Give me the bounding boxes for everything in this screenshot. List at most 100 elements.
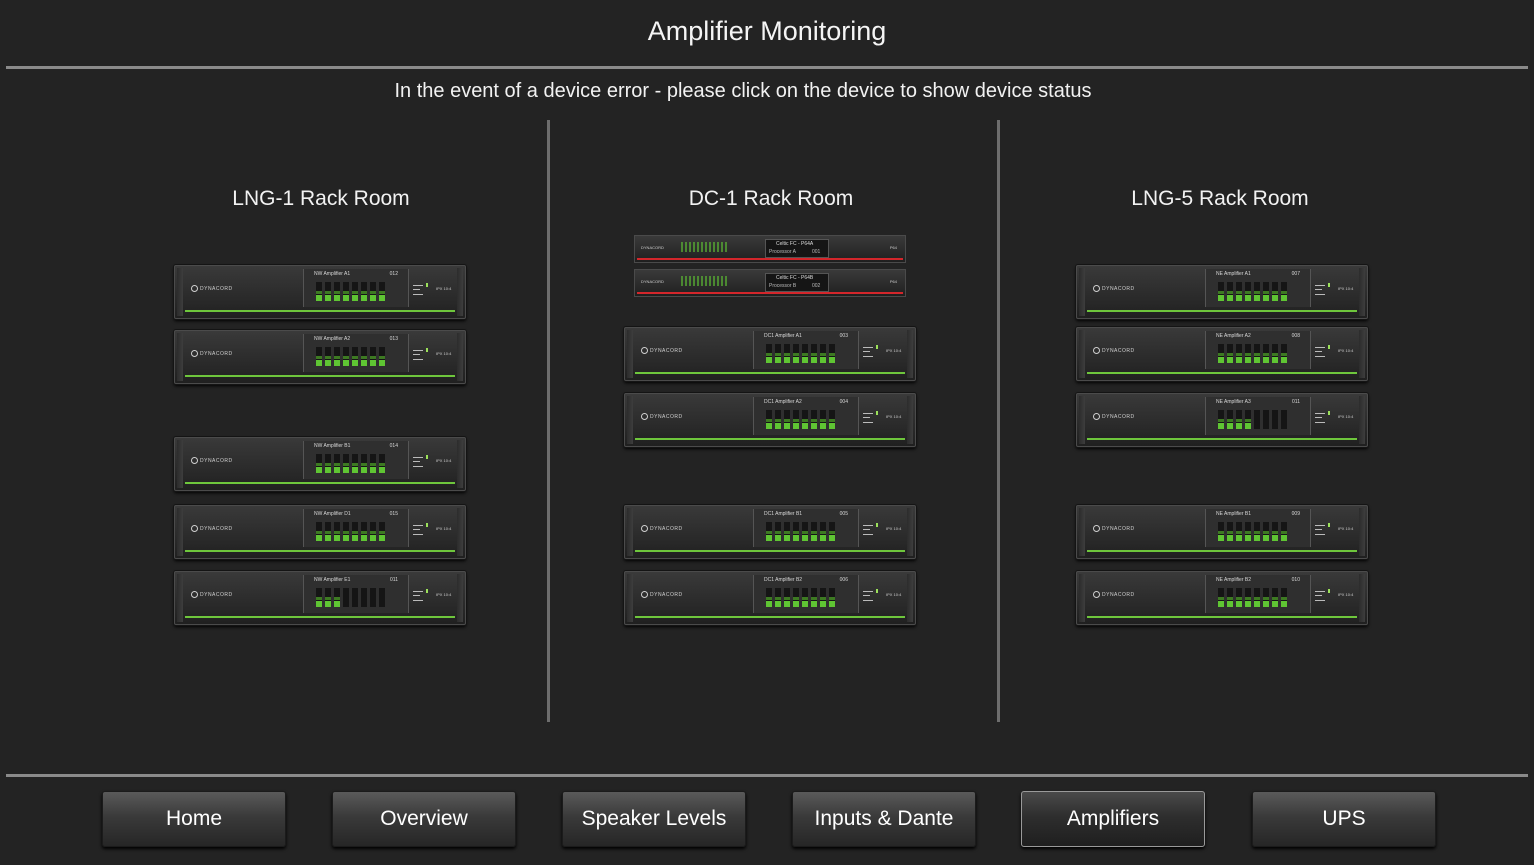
level-fill	[1272, 601, 1278, 607]
device-model: IPX 10:4	[1338, 526, 1354, 531]
amplifier-device[interactable]: DYNACORD NE Amplifier B1 009 IPX 10:4	[1076, 505, 1368, 559]
level-fill	[1281, 295, 1287, 301]
power-led	[1328, 589, 1330, 593]
level-meter	[1272, 588, 1278, 607]
level-meter	[1254, 588, 1260, 607]
amplifier-front-panel: DYNACORD NW Amplifier A1 012 IPX 10:4	[185, 269, 457, 307]
level-meter	[1227, 588, 1233, 607]
power-led	[876, 345, 878, 349]
room-title-lng5: LNG-5 Rack Room	[1131, 187, 1309, 210]
amplifier-device[interactable]: DYNACORD NE Amplifier A3 011 IPX 10:4	[1076, 393, 1368, 447]
nav-overview-button[interactable]: Overview	[332, 791, 516, 847]
amplifier-display: NW Amplifier A2 013	[303, 334, 409, 372]
amplifier-display: DC1 Amplifier A1 003	[753, 331, 859, 369]
device-number: 011	[390, 577, 398, 583]
level-meters	[1218, 410, 1287, 429]
level-meters	[766, 588, 835, 607]
status-bar	[635, 550, 905, 552]
amplifier-device[interactable]: DYNACORD NW Amplifier A1 012 IPX 10:4	[174, 265, 466, 319]
level-fill-upper	[1254, 291, 1260, 294]
level-meter	[352, 454, 358, 473]
control-knobs	[863, 413, 873, 423]
level-fill	[766, 535, 772, 541]
level-fill	[1263, 295, 1269, 301]
amplifier-device[interactable]: DYNACORD NW Amplifier B1 014 IPX 10:4	[174, 437, 466, 491]
device-name: NW Amplifier D1	[314, 511, 351, 517]
amplifier-display: NW Amplifier D1 015	[303, 509, 409, 547]
level-meter	[829, 588, 835, 607]
amplifier-front-panel: DYNACORD NE Amplifier B1 009 IPX 10:4	[1087, 509, 1359, 547]
level-fill-upper	[1281, 597, 1287, 600]
nav-home-button[interactable]: Home	[102, 791, 286, 847]
device-model: IPX 10:4	[436, 351, 452, 356]
amplifier-device[interactable]: DYNACORD NW Amplifier D1 015 IPX 10:4	[174, 505, 466, 559]
level-meter	[1245, 282, 1251, 301]
level-fill	[1245, 535, 1251, 541]
level-fill	[379, 535, 385, 541]
level-fill-upper	[1254, 531, 1260, 534]
brand-logo: DYNACORD	[1093, 347, 1135, 354]
processor-device[interactable]: DYNACORD Celtic FC - P64B Processor B 002 P6…	[634, 269, 906, 297]
level-fill-upper	[802, 531, 808, 534]
level-meter	[1245, 588, 1251, 607]
level-fill	[316, 467, 322, 473]
level-meter	[1236, 522, 1242, 541]
device-number: 010	[1291, 577, 1300, 583]
amplifier-device[interactable]: DYNACORD DC1 Amplifier B2 006 IPX 10:4	[624, 571, 916, 625]
amplifier-device[interactable]: DYNACORD NE Amplifier A2 008 IPX 10:4	[1076, 327, 1368, 381]
amplifier-device[interactable]: DYNACORD NE Amplifier B2 010 IPX 10:4	[1076, 571, 1368, 625]
level-meter	[829, 522, 835, 541]
level-meter	[361, 454, 367, 473]
amplifier-device[interactable]: DYNACORD DC1 Amplifier A1 003 IPX 10:4	[624, 327, 916, 381]
level-fill	[316, 295, 322, 301]
amplifier-device[interactable]: DYNACORD NE Amplifier A1 007 IPX 10:4	[1076, 265, 1368, 319]
level-fill-upper	[775, 531, 781, 534]
power-led	[876, 589, 878, 593]
level-fill	[1227, 535, 1233, 541]
device-model: IPX 10:4	[436, 458, 452, 463]
device-model: IPX 10:4	[1338, 348, 1354, 353]
nav-ups-button[interactable]: UPS	[1252, 791, 1436, 847]
level-fill	[370, 535, 376, 541]
brand-logo: DYNACORD	[641, 525, 683, 532]
level-fill	[820, 423, 826, 429]
level-fill-upper	[316, 463, 322, 466]
status-bar	[185, 310, 455, 312]
level-fill	[1254, 295, 1260, 301]
level-meter	[1281, 410, 1287, 429]
level-meters	[1218, 282, 1287, 301]
level-fill	[1236, 423, 1242, 429]
device-model: IPX 10:4	[1338, 414, 1354, 419]
amplifier-device[interactable]: DYNACORD NW Amplifier A2 013 IPX 10:4	[174, 330, 466, 384]
level-fill	[784, 423, 790, 429]
level-meter	[766, 344, 772, 363]
level-fill-upper	[1236, 419, 1242, 422]
rack-ear	[177, 268, 183, 316]
device-name: DC1 Amplifier A1	[764, 333, 802, 339]
level-meter	[325, 282, 331, 301]
level-fill	[1227, 295, 1233, 301]
brand-logo: DYNACORD	[191, 591, 233, 598]
level-meter	[1263, 344, 1269, 363]
nav-inputs-dante-button[interactable]: Inputs & Dante	[792, 791, 976, 847]
level-meter	[334, 454, 340, 473]
level-fill-upper	[352, 463, 358, 466]
nav-speaker-levels-button[interactable]: Speaker Levels	[562, 791, 746, 847]
nav-amplifiers-button[interactable]: Amplifiers	[1021, 791, 1205, 847]
level-meter	[1236, 588, 1242, 607]
level-fill	[793, 423, 799, 429]
amplifier-device[interactable]: DYNACORD DC1 Amplifier B1 005 IPX 10:4	[624, 505, 916, 559]
rack-ear	[1079, 268, 1085, 316]
level-fill	[361, 295, 367, 301]
level-meter	[334, 347, 340, 366]
level-meter	[361, 282, 367, 301]
rack-ear	[177, 508, 183, 556]
level-fill-upper	[334, 531, 340, 534]
rack-ear	[1359, 574, 1365, 622]
rack-ear	[457, 574, 463, 622]
amplifier-device[interactable]: DYNACORD NW Amplifier E1 011 IPX 10:4	[174, 571, 466, 625]
level-fill-upper	[316, 291, 322, 294]
processor-device[interactable]: DYNACORD Celtic FC - P64A Processor A 001 P6…	[634, 235, 906, 263]
amplifier-device[interactable]: DYNACORD DC1 Amplifier A2 004 IPX 10:4	[624, 393, 916, 447]
level-fill-upper	[793, 353, 799, 356]
